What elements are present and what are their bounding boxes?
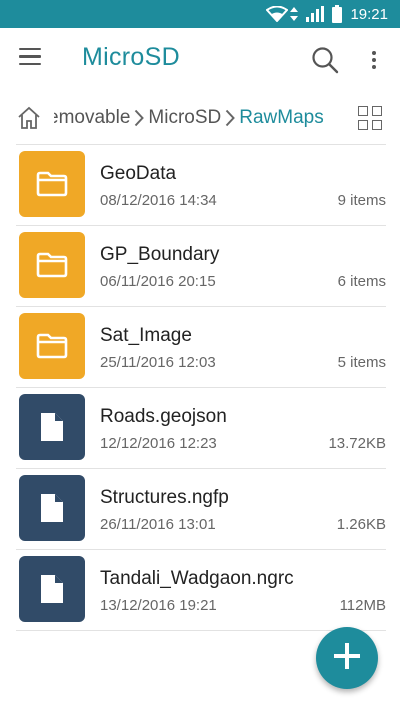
breadcrumb-path: emovable MicroSD RawMaps [54, 92, 344, 144]
file-meta: 6 items [337, 273, 386, 290]
grid-view-icon[interactable] [358, 106, 382, 130]
file-name: GeoData [100, 163, 177, 184]
file-meta: 112MB [339, 597, 386, 614]
file-date: 08/12/2016 14:34 [100, 192, 217, 209]
file-meta: 1.26KB [336, 516, 386, 533]
breadcrumb: emovable MicroSD RawMaps [0, 92, 400, 144]
file-name: GP_Boundary [100, 244, 220, 265]
file-date: 12/12/2016 12:23 [100, 435, 217, 452]
battery-icon [332, 5, 343, 23]
list-item[interactable]: Sat_Image 25/11/2016 12:03 5 items [0, 307, 400, 388]
breadcrumb-item-microsd[interactable]: MicroSD [148, 107, 221, 129]
file-meta: 13.72KB [328, 435, 386, 452]
file-date: 13/12/2016 19:21 [100, 597, 217, 614]
more-vert-icon[interactable] [364, 46, 384, 74]
file-icon [19, 556, 85, 622]
add-icon [334, 642, 360, 674]
file-meta: 5 items [337, 354, 386, 371]
list-item[interactable]: GP_Boundary 06/11/2016 20:15 6 items [0, 226, 400, 307]
menu-icon[interactable] [19, 48, 43, 72]
file-list: GeoData 08/12/2016 14:34 9 items GP_Boun… [0, 145, 400, 631]
wifi-icon [266, 6, 289, 22]
breadcrumb-item-rawmaps[interactable]: RawMaps [239, 107, 323, 129]
folder-icon [19, 151, 85, 217]
file-date: 25/11/2016 12:03 [100, 354, 216, 371]
status-bar: 19:21 [0, 0, 400, 28]
list-item[interactable]: Roads.geojson 12/12/2016 12:23 13.72KB [0, 388, 400, 469]
list-item[interactable]: Tandali_Wadgaon.ngrc 13/12/2016 19:21 11… [0, 550, 400, 631]
chevron-right-icon [134, 109, 145, 127]
page-title: MicroSD [82, 43, 180, 71]
file-meta: 9 items [337, 192, 386, 209]
list-item[interactable]: GeoData 08/12/2016 14:34 9 items [0, 145, 400, 226]
file-name: Structures.ngfp [100, 487, 229, 508]
data-arrows-icon [290, 7, 299, 21]
file-icon [19, 394, 85, 460]
clock: 19:21 [350, 5, 388, 23]
breadcrumb-item-removable[interactable]: emovable [54, 107, 130, 129]
folder-icon [19, 232, 85, 298]
search-icon[interactable] [311, 46, 339, 74]
file-name: Roads.geojson [100, 406, 227, 427]
home-icon[interactable] [16, 105, 42, 131]
add-button[interactable] [316, 627, 378, 689]
chevron-right-icon [225, 109, 236, 127]
file-date: 06/11/2016 20:15 [100, 273, 216, 290]
file-name: Tandali_Wadgaon.ngrc [100, 568, 294, 589]
file-name: Sat_Image [100, 325, 192, 346]
app-bar: MicroSD [0, 28, 400, 92]
file-icon [19, 475, 85, 541]
file-date: 26/11/2016 13:01 [100, 516, 216, 533]
folder-icon [19, 313, 85, 379]
signal-icon [306, 6, 325, 22]
list-item[interactable]: Structures.ngfp 26/11/2016 13:01 1.26KB [0, 469, 400, 550]
